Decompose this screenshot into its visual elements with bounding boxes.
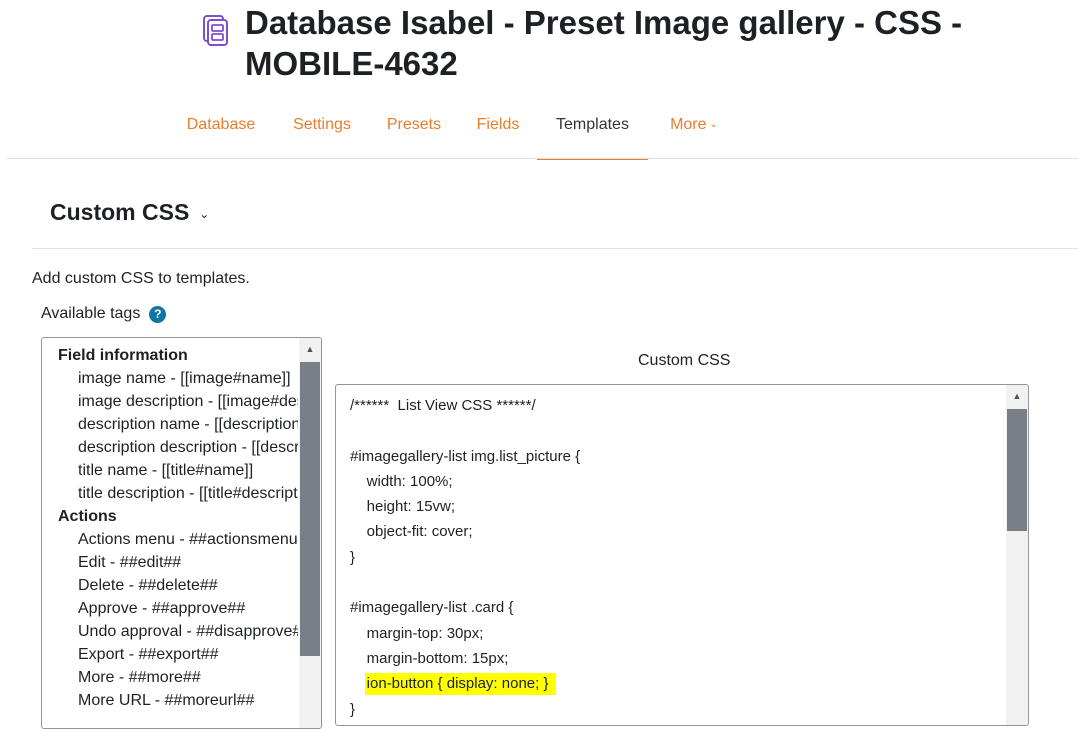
tag-option[interactable]: Approve - ##approve## bbox=[42, 597, 298, 620]
tag-option[interactable]: title description - [[title#description]… bbox=[42, 482, 298, 505]
tag-option[interactable]: Edit - ##edit## bbox=[42, 551, 298, 574]
tab-fields[interactable]: Fields bbox=[468, 105, 528, 158]
tag-option[interactable]: Export - ##export## bbox=[42, 643, 298, 666]
tab-more[interactable]: More ⌄ bbox=[658, 105, 730, 158]
available-tags-label: Available tags ? bbox=[41, 305, 167, 323]
tab-database[interactable]: Database bbox=[176, 105, 266, 158]
tags-group-title: Field information bbox=[58, 347, 188, 364]
custom-css-label: Custom CSS bbox=[638, 352, 731, 369]
scroll-up-icon[interactable]: ▲ bbox=[299, 338, 321, 360]
code-line: } bbox=[350, 700, 356, 718]
tab-more-label: More bbox=[670, 116, 707, 133]
tag-option[interactable]: Undo approval - ##disapprove## bbox=[42, 620, 298, 643]
section-title-dropdown[interactable]: Custom CSS ⌄ bbox=[50, 196, 209, 232]
code-line: margin-top: 30px; bbox=[350, 624, 484, 642]
code-line: } bbox=[350, 548, 356, 566]
tab-settings[interactable]: Settings bbox=[284, 105, 360, 158]
database-icon bbox=[203, 15, 228, 46]
intro-text: Add custom CSS to templates. bbox=[32, 270, 250, 287]
available-tags-text: Available tags bbox=[41, 305, 141, 322]
tag-option[interactable]: image description - [[image#description]… bbox=[42, 390, 298, 413]
tag-option[interactable]: More - ##more## bbox=[42, 666, 298, 689]
section-divider bbox=[32, 248, 1078, 249]
tag-option[interactable]: image name - [[image#name]] bbox=[42, 367, 298, 390]
editor-scroll-thumb[interactable] bbox=[1007, 409, 1027, 531]
tags-scroll-thumb[interactable] bbox=[300, 362, 320, 656]
code-line: /****** List View CSS ******/ bbox=[350, 397, 536, 414]
custom-css-editor[interactable]: /****** List View CSS ******/ #imagegalle… bbox=[335, 384, 1029, 726]
tag-option[interactable]: Delete - ##delete## bbox=[42, 574, 298, 597]
code-line: height: 15vw; bbox=[350, 498, 456, 516]
tabs-divider bbox=[6, 158, 1078, 159]
tag-option[interactable]: More URL - ##moreurl## bbox=[42, 689, 298, 712]
tab-presets[interactable]: Presets bbox=[378, 105, 450, 158]
code-line: width: 100%; bbox=[350, 472, 453, 490]
code-line: margin-bottom: 15px; bbox=[350, 649, 509, 667]
secondary-navigation: Database Settings Presets Fields Templat… bbox=[0, 105, 1078, 160]
code-line: #imagegallery-list .card { bbox=[350, 599, 514, 617]
page-title: Database Isabel - Preset Image gallery -… bbox=[245, 4, 963, 82]
help-icon[interactable]: ? bbox=[149, 305, 167, 323]
tab-templates[interactable]: Templates bbox=[537, 105, 648, 160]
scroll-up-icon[interactable]: ▲ bbox=[1006, 385, 1028, 407]
css-code[interactable]: /****** List View CSS ******/ #imagegalle… bbox=[350, 393, 580, 722]
available-tags-list[interactable]: Field information image name - [[image#na… bbox=[41, 337, 322, 729]
code-line: ion-button { display: none; } bbox=[350, 671, 580, 696]
section-title: Custom CSS bbox=[50, 199, 190, 225]
code-line: #imagegallery-list img.list_picture { bbox=[350, 447, 581, 465]
highlighted-code: ion-button { display: none; } bbox=[364, 673, 557, 696]
tag-option[interactable]: description description - [[description#… bbox=[42, 436, 298, 459]
tag-option[interactable]: Actions menu - ##actionsmenu## bbox=[42, 528, 298, 551]
chevron-down-icon: ⌄ bbox=[199, 207, 210, 221]
code-line: object-fit: cover; bbox=[350, 523, 473, 541]
chevron-down-icon: ⌄ bbox=[709, 119, 718, 130]
tags-options: Field information image name - [[image#na… bbox=[42, 344, 298, 712]
tags-group-title: Actions bbox=[58, 508, 117, 525]
tags-scrollbar[interactable]: ▲ bbox=[299, 338, 321, 728]
editor-scrollbar[interactable]: ▲ bbox=[1006, 385, 1028, 725]
tag-option[interactable]: description name - [[description#name]] bbox=[42, 413, 298, 436]
tag-option[interactable]: title name - [[title#name]] bbox=[42, 459, 298, 482]
